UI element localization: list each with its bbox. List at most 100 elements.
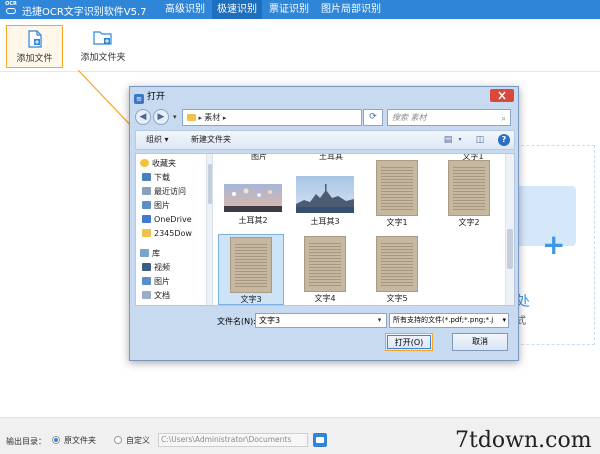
filename-label: 文件名(N):: [217, 317, 256, 326]
file-list-scrollbar[interactable]: [505, 154, 514, 305]
file-name: 文字3: [240, 295, 262, 304]
cancel-button[interactable]: 取消: [452, 333, 508, 351]
file-name: 文字2: [458, 218, 480, 227]
dialog-title: 打开: [147, 92, 166, 102]
custom-folder-radio[interactable]: [114, 436, 122, 444]
download-folder-icon: [142, 173, 151, 181]
help-icon[interactable]: ?: [498, 134, 510, 146]
add-file-button[interactable]: 添加文件: [6, 25, 63, 68]
nav-favorites[interactable]: 收藏夹: [140, 158, 176, 170]
library-icon: [140, 249, 149, 257]
open-button-label: 打开(O): [387, 335, 431, 349]
forward-arrow-icon[interactable]: ▶: [153, 109, 169, 125]
nav-recent[interactable]: 最近访问: [142, 186, 186, 198]
preview-pane-icon[interactable]: ◫: [474, 134, 486, 146]
organize-menu[interactable]: 组织 ▾: [146, 131, 169, 149]
dialog-body: 收藏夹 下载 最近访问 图片 OneDrive 2345Dow 库 视频 图片 …: [135, 153, 515, 306]
site-watermark: 7tdown.com: [455, 428, 592, 453]
pictures-icon: [142, 201, 151, 209]
original-folder-radio[interactable]: [52, 436, 60, 444]
videos-icon: [142, 263, 151, 271]
app-title: 迅捷OCR文字识别软件V5.7: [22, 7, 147, 18]
recent-icon: [142, 187, 151, 195]
file-item[interactable]: 文字4: [292, 236, 358, 304]
refresh-icon[interactable]: ⟳: [363, 109, 383, 126]
file-name: 文字1: [386, 218, 408, 227]
dialog-close-icon[interactable]: [490, 89, 514, 102]
file-item[interactable]: 土耳其3: [292, 176, 358, 227]
nav-videos[interactable]: 视频: [142, 262, 170, 274]
list-item[interactable]: 土耳其: [298, 154, 364, 162]
nav-2345download[interactable]: 2345Dow: [142, 228, 192, 240]
document-thumbnail: [230, 237, 272, 293]
nav-scrollbar[interactable]: [206, 154, 212, 305]
navigation-pane: 收藏夹 下载 最近访问 图片 OneDrive 2345Dow 库 视频 图片 …: [136, 154, 213, 305]
menu-partial-image-recognition[interactable]: 图片局部识别: [316, 0, 386, 19]
file-name: 文字4: [314, 294, 336, 303]
add-file-icon: [27, 30, 42, 48]
file-name: 文字5: [386, 294, 408, 303]
photo-thumbnail: [296, 176, 354, 213]
file-name: 土耳其3: [310, 217, 340, 226]
menu-ticket-recognition[interactable]: 票证识别: [264, 0, 314, 19]
chevron-down-icon: ▾: [502, 316, 506, 324]
filename-input[interactable]: [255, 313, 387, 328]
nav-downloads[interactable]: 下载: [142, 172, 170, 184]
file-item[interactable]: 文字2: [436, 160, 502, 228]
dialog-app-icon: ≡: [134, 94, 144, 104]
app-title-bar: OCR 迅捷OCR文字识别软件V5.7 高级识别 极速识别 票证识别 图片局部识…: [0, 0, 600, 19]
nav-onedrive[interactable]: OneDrive: [142, 214, 192, 226]
document-thumbnail: [304, 236, 346, 292]
file-name: 土耳其2: [238, 216, 268, 225]
search-placeholder: 搜索 素材: [392, 113, 427, 122]
add-file-label: 添加文件: [16, 54, 53, 64]
history-dropdown-icon[interactable]: ▾: [173, 113, 177, 121]
original-folder-label[interactable]: 原文件夹: [64, 435, 96, 446]
search-icon: ⌕: [501, 114, 506, 123]
add-folder-icon: [93, 31, 112, 45]
command-bar: 组织 ▾ 新建文件夹 ▤ ▾ ◫ ?: [135, 130, 515, 150]
filetype-value: 所有支持的文件(*.pdf;*.png;*.j: [393, 316, 494, 324]
back-arrow-icon[interactable]: ◀: [135, 109, 151, 125]
document-thumbnail: [376, 236, 418, 292]
address-bar[interactable]: ▸ 素材 ▸: [182, 109, 362, 126]
file-item[interactable]: 土耳其2: [220, 184, 286, 226]
nav-library-pictures[interactable]: 图片: [142, 276, 170, 288]
star-icon: [140, 159, 149, 167]
file-item-selected[interactable]: 文字3: [218, 234, 284, 305]
file-item[interactable]: 文字5: [364, 236, 430, 304]
folder-icon: [142, 229, 151, 237]
custom-folder-label[interactable]: 自定义: [126, 435, 150, 446]
dialog-title-bar: ≡ 打开: [134, 90, 165, 104]
address-row: ◀ ▶ ▾ ▸ 素材 ▸ ⟳ 搜索 素材 ⌕: [135, 107, 515, 127]
nav-pictures[interactable]: 图片: [142, 200, 170, 212]
output-path-field[interactable]: C:\Users\Administrator\Documents: [158, 433, 308, 447]
logo-text: OCR: [5, 1, 17, 7]
onedrive-icon: [142, 215, 151, 223]
nav-libraries[interactable]: 库: [140, 248, 160, 260]
list-item[interactable]: 图片: [226, 154, 292, 162]
filename-dropdown-icon[interactable]: ▾: [373, 314, 386, 327]
file-item[interactable]: 文字1: [364, 160, 430, 228]
new-folder-button[interactable]: 新建文件夹: [191, 131, 231, 149]
document-thumbnail: [448, 160, 490, 216]
browse-folder-icon[interactable]: [313, 433, 327, 447]
view-options-icon[interactable]: ▤: [442, 134, 454, 146]
address-current-folder: 素材: [204, 113, 221, 122]
add-folder-label: 添加文件夹: [80, 53, 126, 63]
search-input[interactable]: 搜索 素材 ⌕: [387, 109, 511, 126]
open-file-dialog: ≡ 打开 ◀ ▶ ▾ ▸ 素材 ▸ ⟳ 搜索 素材 ⌕ 组织 ▾ 新建文件夹 ▤ …: [129, 86, 519, 361]
menu-advanced-recognition[interactable]: 高级识别: [160, 0, 210, 19]
view-dropdown-icon[interactable]: ▾: [454, 134, 466, 146]
filetype-select[interactable]: 所有支持的文件(*.pdf;*.png;*.j ▾: [389, 313, 509, 328]
output-settings-bar: 输出目录： 原文件夹 自定义 C:\Users\Administrator\Do…: [0, 417, 600, 454]
nav-documents[interactable]: 文档: [142, 290, 170, 302]
menu-fast-recognition[interactable]: 极速识别: [212, 0, 262, 19]
add-folder-button[interactable]: 添加文件夹: [76, 25, 130, 68]
open-button[interactable]: 打开(O): [385, 333, 433, 351]
pictures-icon: [142, 277, 151, 285]
toolbar: 添加文件 添加文件夹: [0, 19, 600, 72]
photo-thumbnail: [224, 184, 282, 212]
file-list: 图片 土耳其 文字1 土耳其2 土耳其3 文字1 文字2 文字3 文字4 文字5: [214, 154, 506, 305]
folder-icon: [187, 114, 196, 121]
